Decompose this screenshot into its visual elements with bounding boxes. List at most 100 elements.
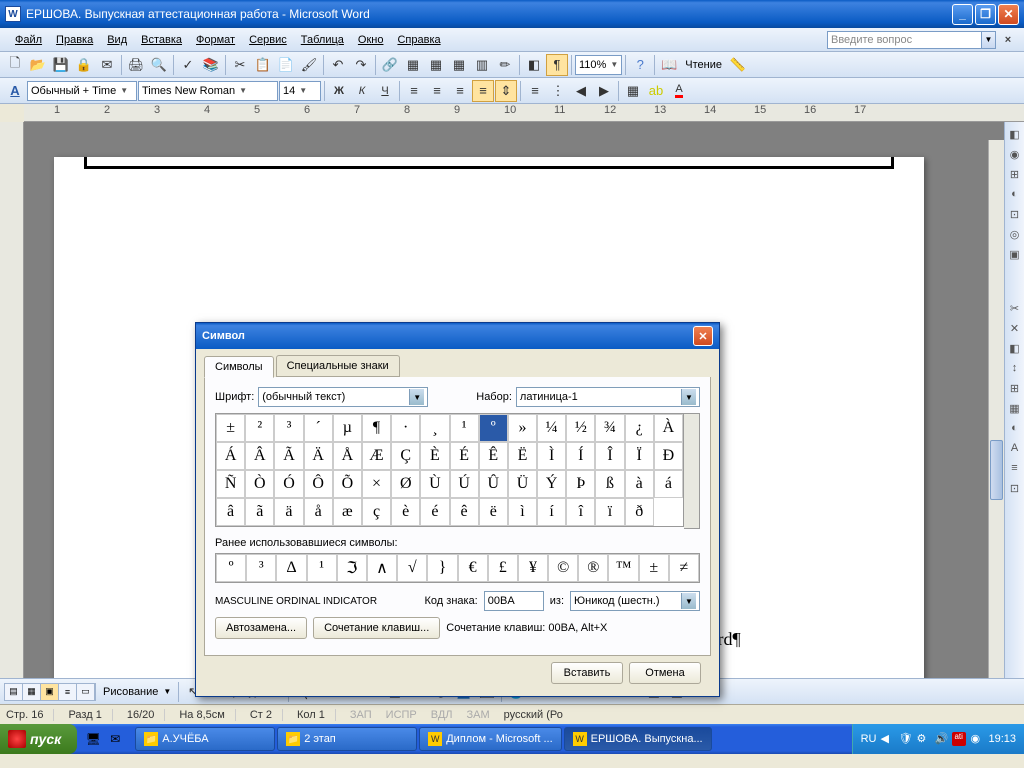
close-button[interactable]: ✕ (998, 4, 1019, 25)
start-button[interactable]: пуск (0, 724, 77, 754)
tab-symbols[interactable]: Символы (204, 356, 274, 378)
rt-icon[interactable]: ▦ (1007, 400, 1023, 416)
rt-icon[interactable]: ✕ (1007, 320, 1023, 336)
char-cell[interactable]: î (566, 498, 595, 526)
char-cell[interactable]: ¾ (595, 414, 624, 442)
dialog-titlebar[interactable]: Символ ✕ (196, 323, 719, 349)
char-cell[interactable]: Ë (508, 442, 537, 470)
char-cell[interactable]: é (420, 498, 449, 526)
menu-format[interactable]: Формат (189, 32, 242, 48)
doc-map-icon[interactable]: ◧ (523, 54, 545, 76)
align-left-icon[interactable]: ≡ (403, 80, 425, 102)
recent-char-cell[interactable]: } (427, 554, 457, 582)
grid-scrollbar[interactable] (684, 413, 700, 529)
char-cell[interactable]: Ù (420, 470, 449, 498)
character-grid[interactable]: ±²³´µ¶·¸¹º»¼½¾¿ÀÁÂÃÄÅÆÇÈÉÊËÌÍÎÏÐÑÒÓÔÕ×ØÙ… (215, 413, 684, 527)
rt-icon[interactable]: ◎ (1007, 226, 1023, 242)
from-dropdown[interactable]: Юникод (шестн.)▼ (570, 591, 700, 611)
char-cell[interactable]: Ý (537, 470, 566, 498)
font-selector[interactable]: Times New Roman▼ (138, 81, 278, 101)
styles-pane-icon[interactable]: A (4, 80, 26, 102)
char-cell[interactable]: Þ (566, 470, 595, 498)
paste-icon[interactable]: 📄 (275, 54, 297, 76)
char-cell[interactable]: Ð (654, 442, 683, 470)
undo-icon[interactable]: ↶ (327, 54, 349, 76)
char-cell[interactable]: ß (595, 470, 624, 498)
rt-icon[interactable]: ◐ (1007, 420, 1023, 436)
restore-button[interactable]: ❐ (975, 4, 996, 25)
char-cell[interactable]: È (420, 442, 449, 470)
char-cell[interactable]: Î (595, 442, 624, 470)
rt-icon[interactable]: A (1007, 440, 1023, 456)
print-icon[interactable]: 🖨 (125, 54, 147, 76)
autocorrect-button[interactable]: Автозамена... (215, 617, 307, 639)
view-reading-icon[interactable]: ▭ (77, 684, 95, 700)
char-cell[interactable]: Æ (362, 442, 391, 470)
char-cell[interactable]: Í (566, 442, 595, 470)
open-icon[interactable]: 📂 (27, 54, 49, 76)
menu-insert[interactable]: Вставка (134, 32, 189, 48)
rt-icon[interactable]: ⊡ (1007, 480, 1023, 496)
show-formatting-icon[interactable]: ¶ (546, 54, 568, 76)
email-icon[interactable]: ✉ (96, 54, 118, 76)
recent-grid[interactable]: º³Δ¹ℑ∧√}€£¥©®™±≠ (215, 553, 700, 583)
char-cell[interactable]: í (537, 498, 566, 526)
status-ovr[interactable]: ЗАМ (467, 709, 490, 721)
char-cell[interactable]: Å (333, 442, 362, 470)
tray-icon[interactable]: ◀ (880, 732, 894, 746)
bold-icon[interactable]: Ж (328, 80, 350, 102)
drawing-menu[interactable]: Рисование (103, 686, 158, 698)
char-cell[interactable]: ¼ (537, 414, 566, 442)
highlight-icon[interactable]: ab (645, 80, 667, 102)
tray-clock[interactable]: 19:13 (988, 733, 1016, 745)
char-cell[interactable]: ´ (304, 414, 333, 442)
char-cell[interactable]: ³ (274, 414, 303, 442)
rt-icon[interactable]: ≡ (1007, 460, 1023, 476)
char-cell[interactable]: µ (333, 414, 362, 442)
ruler-icon[interactable]: 📏 (727, 54, 749, 76)
char-cell[interactable]: Ó (274, 470, 303, 498)
char-cell[interactable]: å (304, 498, 333, 526)
char-cell[interactable]: Ã (274, 442, 303, 470)
menu-edit[interactable]: Правка (49, 32, 100, 48)
view-web-icon[interactable]: ▦ (23, 684, 41, 700)
char-cell[interactable]: × (362, 470, 391, 498)
status-rec[interactable]: ЗАП (350, 709, 372, 721)
char-cell[interactable]: ð (625, 498, 654, 526)
taskbar-task[interactable]: 📁А.УЧЁБА (135, 727, 275, 751)
recent-char-cell[interactable]: ¥ (518, 554, 548, 582)
char-cell[interactable]: Ü (508, 470, 537, 498)
research-icon[interactable]: 📚 (200, 54, 222, 76)
char-cell[interactable]: Ä (304, 442, 333, 470)
bullets-icon[interactable]: ⋮ (547, 80, 569, 102)
recent-char-cell[interactable]: ™ (608, 554, 638, 582)
char-cell[interactable]: Á (216, 442, 245, 470)
drawing-icon[interactable]: ✏ (494, 54, 516, 76)
menu-help[interactable]: Справка (390, 32, 447, 48)
tray-icon[interactable]: ⚙ (916, 732, 930, 746)
char-cell[interactable]: Õ (333, 470, 362, 498)
tray-icon[interactable]: ◉ (970, 732, 984, 746)
view-outline-icon[interactable]: ≡ (59, 684, 77, 700)
char-cell[interactable]: Û (479, 470, 508, 498)
system-tray[interactable]: RU ◀ 🛡 ⚙ 🔊 ati ◉ 19:13 (852, 724, 1024, 754)
columns-icon[interactable]: ▥ (471, 54, 493, 76)
char-cell[interactable]: Ê (479, 442, 508, 470)
status-ext[interactable]: ВДЛ (431, 709, 453, 721)
recent-char-cell[interactable]: ¹ (307, 554, 337, 582)
rt-icon[interactable]: ⊞ (1007, 166, 1023, 182)
menu-view[interactable]: Вид (100, 32, 134, 48)
subset-dropdown[interactable]: латиница-1▼ (516, 387, 700, 407)
char-cell[interactable]: ¶ (362, 414, 391, 442)
italic-icon[interactable]: К (351, 80, 373, 102)
tray-icon[interactable]: ati (952, 732, 966, 746)
insert-table-icon[interactable]: ▦ (425, 54, 447, 76)
tray-lang[interactable]: RU (861, 733, 877, 745)
vertical-scrollbar[interactable] (988, 140, 1004, 678)
rt-icon[interactable]: ◉ (1007, 146, 1023, 162)
hyperlink-icon[interactable]: 🔗 (379, 54, 401, 76)
zoom-selector[interactable]: 110%▼ (575, 55, 622, 75)
char-cell[interactable]: ï (595, 498, 624, 526)
char-cell[interactable]: æ (333, 498, 362, 526)
excel-icon[interactable]: ▦ (448, 54, 470, 76)
